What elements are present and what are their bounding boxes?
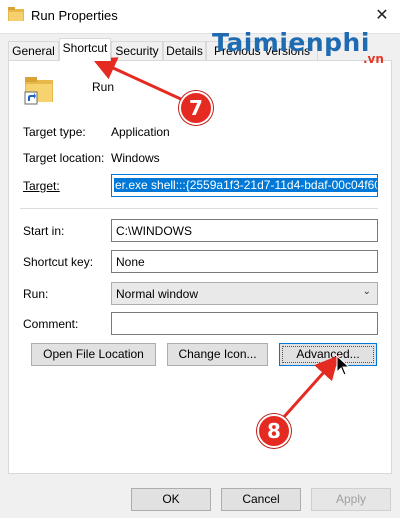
comment-label: Comment: <box>23 317 79 331</box>
folder-shortcut-icon <box>24 77 53 105</box>
window-folder-icon <box>8 7 24 21</box>
run-select[interactable]: Normal window ⌄ <box>111 282 378 305</box>
tab-security[interactable]: Security <box>111 41 163 60</box>
run-label: Run: <box>23 287 49 301</box>
section-divider <box>20 208 378 209</box>
target-label-text: Target: <box>23 179 60 193</box>
apply-button[interactable]: Apply <box>311 488 391 511</box>
start-in-input[interactable]: C:\WINDOWS <box>111 219 378 242</box>
change-icon-button[interactable]: Change Icon... <box>167 343 268 366</box>
start-in-label: Start in: <box>23 224 65 238</box>
cancel-button[interactable]: Cancel <box>221 488 301 511</box>
ok-button[interactable]: OK <box>131 488 211 511</box>
shortcut-key-input[interactable]: None <box>111 250 378 273</box>
shortcut-name: Run <box>92 80 115 94</box>
run-select-value: Normal window <box>116 287 199 301</box>
comment-input[interactable] <box>111 312 378 335</box>
chevron-down-icon: ⌄ <box>362 286 371 297</box>
target-location-value: Windows <box>111 151 160 165</box>
watermark-logo: Taimienphi <box>212 28 370 57</box>
tab-shortcut[interactable]: Shortcut <box>59 38 111 61</box>
target-location-label: Target location: <box>23 151 105 165</box>
close-button[interactable]: ✕ <box>372 6 392 26</box>
target-type-value: Application <box>111 125 170 139</box>
watermark-domain: .vn <box>363 52 384 66</box>
target-input[interactable]: er.exe shell:::{2559a1f3-21d7-11d4-bdaf-… <box>111 174 378 197</box>
target-selected-text: er.exe shell:::{2559a1f3-21d7-11d4-bdaf-… <box>114 178 377 192</box>
tab-general[interactable]: General <box>8 41 59 60</box>
target-label: Target: <box>23 179 60 193</box>
advanced-button[interactable]: Advanced... <box>279 343 377 366</box>
window-title: Run Properties <box>31 8 118 23</box>
tab-details[interactable]: Details <box>163 41 206 60</box>
open-file-location-button[interactable]: Open File Location <box>31 343 156 366</box>
target-type-label: Target type: <box>23 125 86 139</box>
step-badge-8: 8 <box>257 414 291 448</box>
shortcut-key-label: Shortcut key: <box>23 255 94 269</box>
step-badge-7: 7 <box>179 91 213 125</box>
